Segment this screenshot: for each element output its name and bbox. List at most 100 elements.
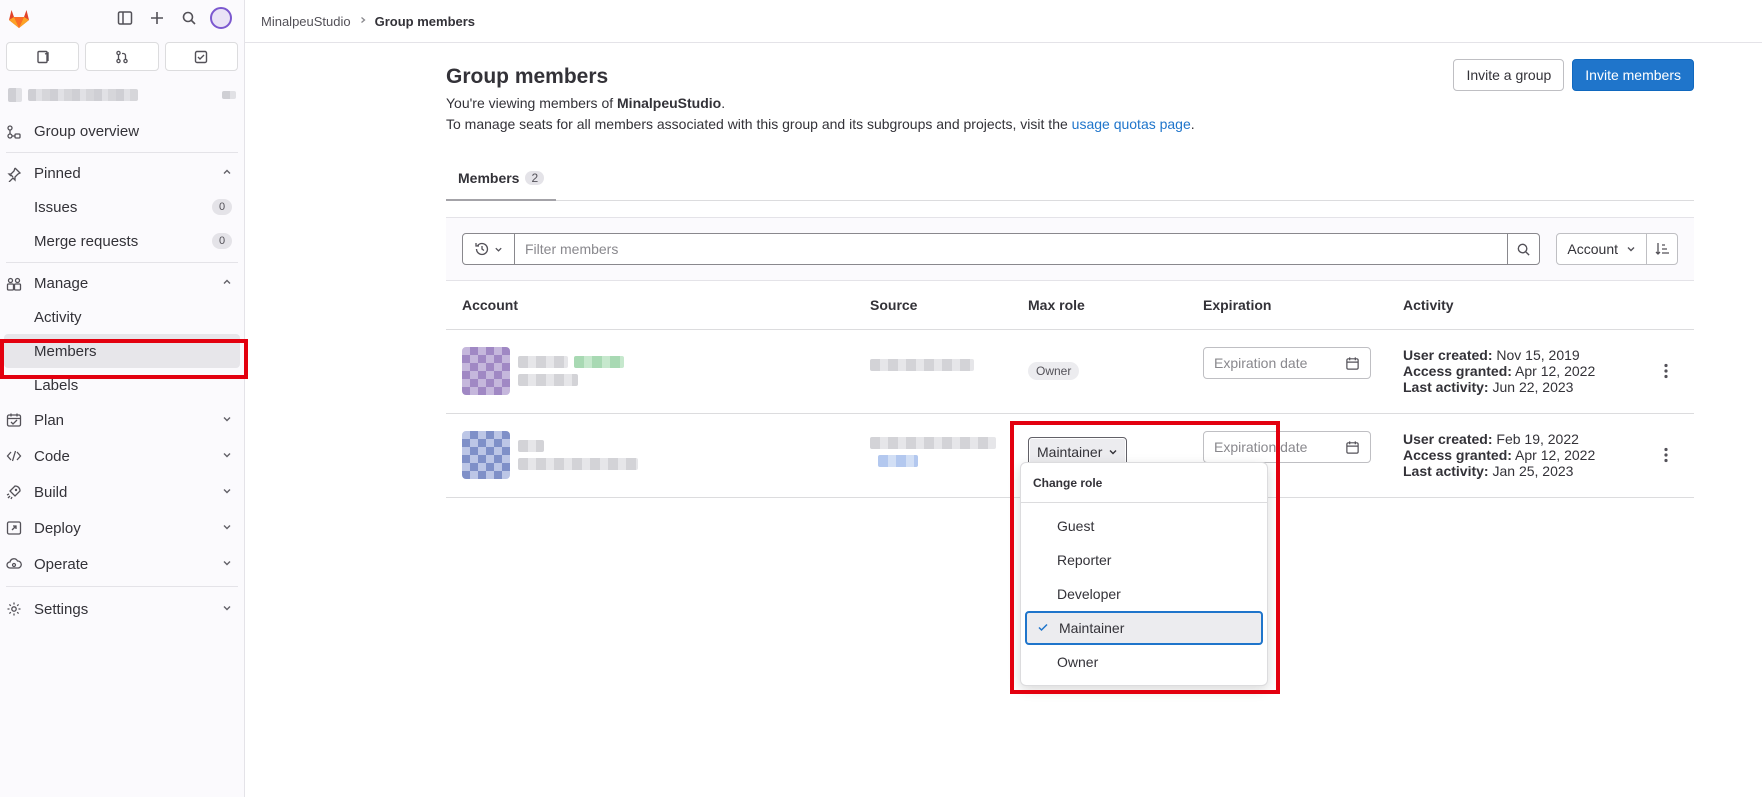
search-history-button[interactable] bbox=[463, 234, 515, 264]
option-label: Guest bbox=[1057, 518, 1095, 534]
option-label: Reporter bbox=[1057, 552, 1112, 568]
todo-icon[interactable] bbox=[164, 42, 238, 71]
page-title: Group members bbox=[446, 65, 609, 88]
group-context-blurred[interactable] bbox=[0, 77, 244, 113]
account-name-blurred bbox=[518, 356, 624, 386]
sidebar: Group overview Pinned Issues 0 Merge req… bbox=[0, 0, 245, 797]
filter-members-input[interactable] bbox=[515, 234, 1508, 264]
sidebar-item-merge-requests[interactable]: Merge requests 0 bbox=[0, 224, 244, 258]
calendar-icon bbox=[1346, 440, 1359, 454]
chevron-right-icon bbox=[359, 16, 367, 27]
code-icon bbox=[6, 448, 22, 464]
column-account: Account bbox=[446, 281, 854, 330]
more-actions-icon[interactable] bbox=[1654, 447, 1678, 463]
search-icon bbox=[1518, 243, 1531, 256]
sidebar-section-deploy[interactable]: Deploy bbox=[0, 510, 244, 546]
gitlab-logo-icon[interactable] bbox=[6, 5, 32, 31]
sidebar-item-members[interactable]: Members bbox=[4, 334, 240, 368]
merge-requests-count-badge: 0 bbox=[212, 233, 232, 249]
breadcrumb: MinalpeuStudio Group members bbox=[245, 0, 1762, 43]
chevron-up-icon bbox=[222, 277, 232, 290]
desc-group-name: MinalpeuStudio bbox=[617, 95, 722, 111]
sidebar-section-pinned[interactable]: Pinned bbox=[0, 157, 244, 190]
source-blurred bbox=[870, 437, 996, 467]
invite-members-button[interactable]: Invite members bbox=[1572, 59, 1694, 91]
sidebar-top bbox=[0, 0, 244, 36]
sidebar-section-settings[interactable]: Settings bbox=[0, 591, 244, 627]
account-cell[interactable] bbox=[462, 347, 838, 395]
role-badge: Owner bbox=[1028, 362, 1080, 380]
sidebar-section-manage[interactable]: Manage bbox=[0, 267, 244, 300]
desc-text: To manage seats for all members associat… bbox=[446, 116, 1072, 132]
user-avatar[interactable] bbox=[210, 7, 232, 29]
role-label: Maintainer bbox=[1037, 443, 1103, 460]
chevron-down-icon bbox=[1109, 449, 1117, 454]
chevron-up-icon bbox=[222, 167, 232, 180]
sidebar-section-plan[interactable]: Plan bbox=[0, 402, 244, 438]
sidebar-item-label: Group overview bbox=[34, 123, 140, 140]
sidebar-toggle-icon[interactable] bbox=[114, 7, 136, 29]
sidebar-section-code[interactable]: Code bbox=[0, 438, 244, 474]
role-option-owner[interactable]: Owner bbox=[1025, 645, 1263, 679]
activity-value: Jan 25, 2023 bbox=[1488, 463, 1574, 479]
members-count-badge: 2 bbox=[525, 171, 545, 185]
activity-label: User created: bbox=[1403, 431, 1493, 447]
sidebar-item-label: Merge requests bbox=[34, 232, 139, 250]
check-icon bbox=[1037, 621, 1049, 636]
breadcrumb-group-link[interactable]: MinalpeuStudio bbox=[261, 14, 351, 29]
role-option-guest[interactable]: Guest bbox=[1025, 509, 1263, 543]
activity-cell: User created: Feb 19, 2022 Access grante… bbox=[1387, 413, 1638, 498]
search-icon[interactable] bbox=[178, 7, 200, 29]
chevron-down-icon bbox=[222, 486, 232, 499]
expiration-date-input[interactable]: Expiration date bbox=[1203, 347, 1371, 379]
role-option-reporter[interactable]: Reporter bbox=[1025, 543, 1263, 577]
activity-value: Apr 12, 2022 bbox=[1511, 447, 1596, 463]
expiration-placeholder: Expiration date bbox=[1214, 355, 1308, 371]
role-option-maintainer[interactable]: Maintainer bbox=[1025, 611, 1263, 645]
account-name-blurred bbox=[518, 440, 638, 470]
chevron-down-icon bbox=[222, 522, 232, 535]
activity-label: Access granted: bbox=[1403, 363, 1512, 379]
chevron-down-icon bbox=[222, 414, 232, 427]
column-expiration: Expiration bbox=[1187, 281, 1387, 330]
option-label: Owner bbox=[1057, 654, 1099, 670]
sidebar-item-label: Build bbox=[34, 483, 68, 501]
expiration-date-input[interactable]: Expiration date bbox=[1203, 431, 1371, 463]
sidebar-item-label: Issues bbox=[34, 198, 78, 216]
sidebar-item-issues[interactable]: Issues 0 bbox=[0, 190, 244, 224]
chevron-down-icon bbox=[222, 450, 232, 463]
sidebar-item-label: Operate bbox=[34, 555, 89, 573]
merge-request-icon[interactable] bbox=[85, 42, 159, 71]
plus-icon[interactable] bbox=[146, 7, 168, 29]
account-cell[interactable] bbox=[462, 431, 838, 479]
sidebar-item-group-overview[interactable]: Group overview bbox=[0, 115, 244, 148]
source-blurred bbox=[870, 359, 974, 371]
usage-quotas-link[interactable]: usage quotas page bbox=[1072, 116, 1191, 132]
sidebar-section-build[interactable]: Build bbox=[0, 474, 244, 510]
deploy-icon bbox=[6, 520, 22, 536]
column-activity: Activity bbox=[1387, 281, 1638, 330]
more-actions-icon[interactable] bbox=[1654, 363, 1678, 379]
expiration-placeholder: Expiration date bbox=[1214, 439, 1308, 455]
sidebar-item-label: Code bbox=[34, 447, 70, 465]
role-option-developer[interactable]: Developer bbox=[1025, 577, 1263, 611]
tab-members[interactable]: Members 2 bbox=[446, 157, 557, 201]
chevron-down-icon bbox=[222, 603, 232, 616]
pin-icon bbox=[6, 166, 22, 182]
activity-cell: User created: Nov 15, 2019 Access grante… bbox=[1387, 329, 1638, 414]
calendar-icon bbox=[1346, 356, 1359, 370]
tab-label: Members bbox=[458, 170, 520, 186]
invite-group-button[interactable]: Invite a group bbox=[1453, 59, 1565, 91]
search-button[interactable] bbox=[1507, 234, 1539, 264]
option-label: Developer bbox=[1057, 586, 1121, 602]
filter-bar: Account bbox=[446, 217, 1694, 281]
sort-dropdown[interactable]: Account bbox=[1557, 234, 1647, 264]
rocket-icon bbox=[6, 484, 22, 500]
assigned-issues-icon[interactable] bbox=[6, 42, 80, 71]
sidebar-item-activity[interactable]: Activity bbox=[0, 300, 244, 334]
chevron-down-icon bbox=[222, 558, 232, 571]
sidebar-section-operate[interactable]: Operate bbox=[0, 546, 244, 582]
sidebar-item-label: Manage bbox=[34, 275, 89, 292]
sort-direction-button[interactable] bbox=[1647, 234, 1677, 264]
sidebar-item-labels[interactable]: Labels bbox=[0, 368, 244, 402]
